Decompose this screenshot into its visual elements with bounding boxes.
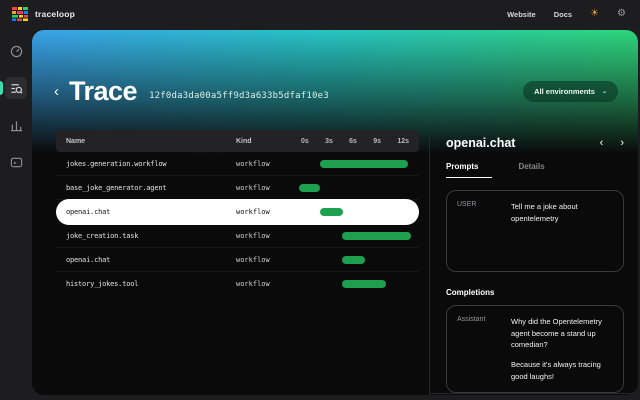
sidebar-item-playground[interactable] <box>5 151 27 173</box>
prompt-text: Tell me a joke about opentelemetry <box>511 201 613 261</box>
span-duration-bar <box>342 256 366 264</box>
time-axis: 0s 3s 6s 9s 12s <box>299 138 411 145</box>
playground-icon <box>10 156 23 169</box>
span-kind: workflow <box>236 256 299 264</box>
timeline-track <box>299 208 411 216</box>
page-title: Trace <box>69 76 137 107</box>
active-nav-indicator <box>0 81 3 95</box>
time-tick: 9s <box>373 138 381 145</box>
time-tick: 12s <box>397 138 409 145</box>
gear-icon[interactable]: ⚙ <box>617 9 626 19</box>
span-name: openai.chat <box>66 256 236 264</box>
detail-actions: Export Refine <box>430 393 638 395</box>
next-span-button[interactable]: › <box>620 137 624 149</box>
sun-icon[interactable]: ☀ <box>590 9 599 19</box>
tab-prompts[interactable]: Prompts <box>446 162 492 178</box>
back-button[interactable]: ‹ <box>54 83 59 100</box>
time-tick: 0s <box>301 138 309 145</box>
span-kind: workflow <box>236 232 299 240</box>
environment-selector[interactable]: All environments ⌄ <box>523 81 618 102</box>
span-name: base_joke_generator.agent <box>66 184 236 192</box>
trace-id: 12f0da3da00a5ff9d3a633b5dfaf10e3 <box>149 91 329 101</box>
span-kind: workflow <box>236 208 299 216</box>
column-header-name: Name <box>66 138 236 145</box>
sidebar-item-dashboard[interactable] <box>5 40 27 62</box>
completions-heading: Completions <box>446 288 624 297</box>
completion-message-card: Assistant Why did the Opentelemetry agen… <box>446 305 624 393</box>
completion-text: Why did the Opentelemetry agent become a… <box>511 316 613 382</box>
docs-link[interactable]: Docs <box>554 10 572 19</box>
top-bar: traceloop Website Docs ☀ ⚙ <box>0 0 640 28</box>
completion-line: Because it's always tracing good laughs! <box>511 359 613 382</box>
span-detail-panel: openai.chat ‹ › Prompts Details USER Tel… <box>429 130 638 395</box>
span-duration-bar <box>320 160 407 168</box>
span-name: joke_creation.task <box>66 232 236 240</box>
sidebar-item-traces[interactable] <box>5 77 27 99</box>
main-panel: ‹ Trace 12f0da3da00a5ff9d3a633b5dfaf10e3… <box>32 30 638 395</box>
timeline-track <box>299 232 411 240</box>
span-name: history_jokes.tool <box>66 280 236 288</box>
table-row[interactable]: history_jokes.tool workflow <box>56 272 419 296</box>
table-row[interactable]: jokes.generation.workflow workflow <box>56 152 419 176</box>
timeline-track <box>299 256 411 264</box>
span-kind: workflow <box>236 280 299 288</box>
span-duration-bar <box>299 184 320 192</box>
span-duration-bar <box>342 232 411 240</box>
table-row[interactable]: openai.chat workflow <box>56 248 419 272</box>
column-header-kind: Kind <box>236 138 299 145</box>
sidebar-item-analytics[interactable] <box>5 114 27 136</box>
trace-header: ‹ Trace 12f0da3da00a5ff9d3a633b5dfaf10e3… <box>32 30 638 130</box>
span-kind: workflow <box>236 184 299 192</box>
completion-line: Why did the Opentelemetry agent become a… <box>511 316 613 351</box>
prev-span-button[interactable]: ‹ <box>600 137 604 149</box>
span-kind: workflow <box>236 160 299 168</box>
trace-search-icon <box>10 82 23 95</box>
dashboard-icon <box>10 45 23 58</box>
brand-name: traceloop <box>35 9 75 19</box>
message-role: Assistant <box>457 316 503 382</box>
prompt-message-card: USER Tell me a joke about opentelemetry <box>446 190 624 272</box>
time-tick: 3s <box>325 138 333 145</box>
span-duration-bar <box>320 208 342 216</box>
table-header: Name Kind 0s 3s 6s 9s 12s <box>56 130 419 152</box>
traceloop-logo-icon <box>12 7 28 21</box>
message-role: USER <box>457 201 503 261</box>
sidebar <box>0 28 32 400</box>
span-duration-bar <box>342 280 387 288</box>
website-link[interactable]: Website <box>507 10 536 19</box>
span-name: jokes.generation.workflow <box>66 160 236 168</box>
span-name: openai.chat <box>66 208 236 216</box>
table-row-selected[interactable]: openai.chat workflow <box>56 199 419 225</box>
timeline-track <box>299 280 411 288</box>
tab-details[interactable]: Details <box>518 162 544 178</box>
time-tick: 6s <box>349 138 357 145</box>
brand[interactable]: traceloop <box>12 7 75 21</box>
bar-chart-icon <box>10 119 23 132</box>
table-row[interactable]: base_joke_generator.agent workflow <box>56 176 419 200</box>
table-row[interactable]: joke_creation.task workflow <box>56 224 419 248</box>
timeline-track <box>299 184 411 192</box>
detail-tabs: Prompts Details <box>446 162 624 178</box>
timeline-track <box>299 160 411 168</box>
span-detail-title: openai.chat <box>446 136 515 150</box>
span-waterfall: Name Kind 0s 3s 6s 9s 12s jokes.generati… <box>32 130 429 395</box>
environment-selector-label: All environments <box>534 87 595 96</box>
chevron-down-icon: ⌄ <box>602 88 607 95</box>
